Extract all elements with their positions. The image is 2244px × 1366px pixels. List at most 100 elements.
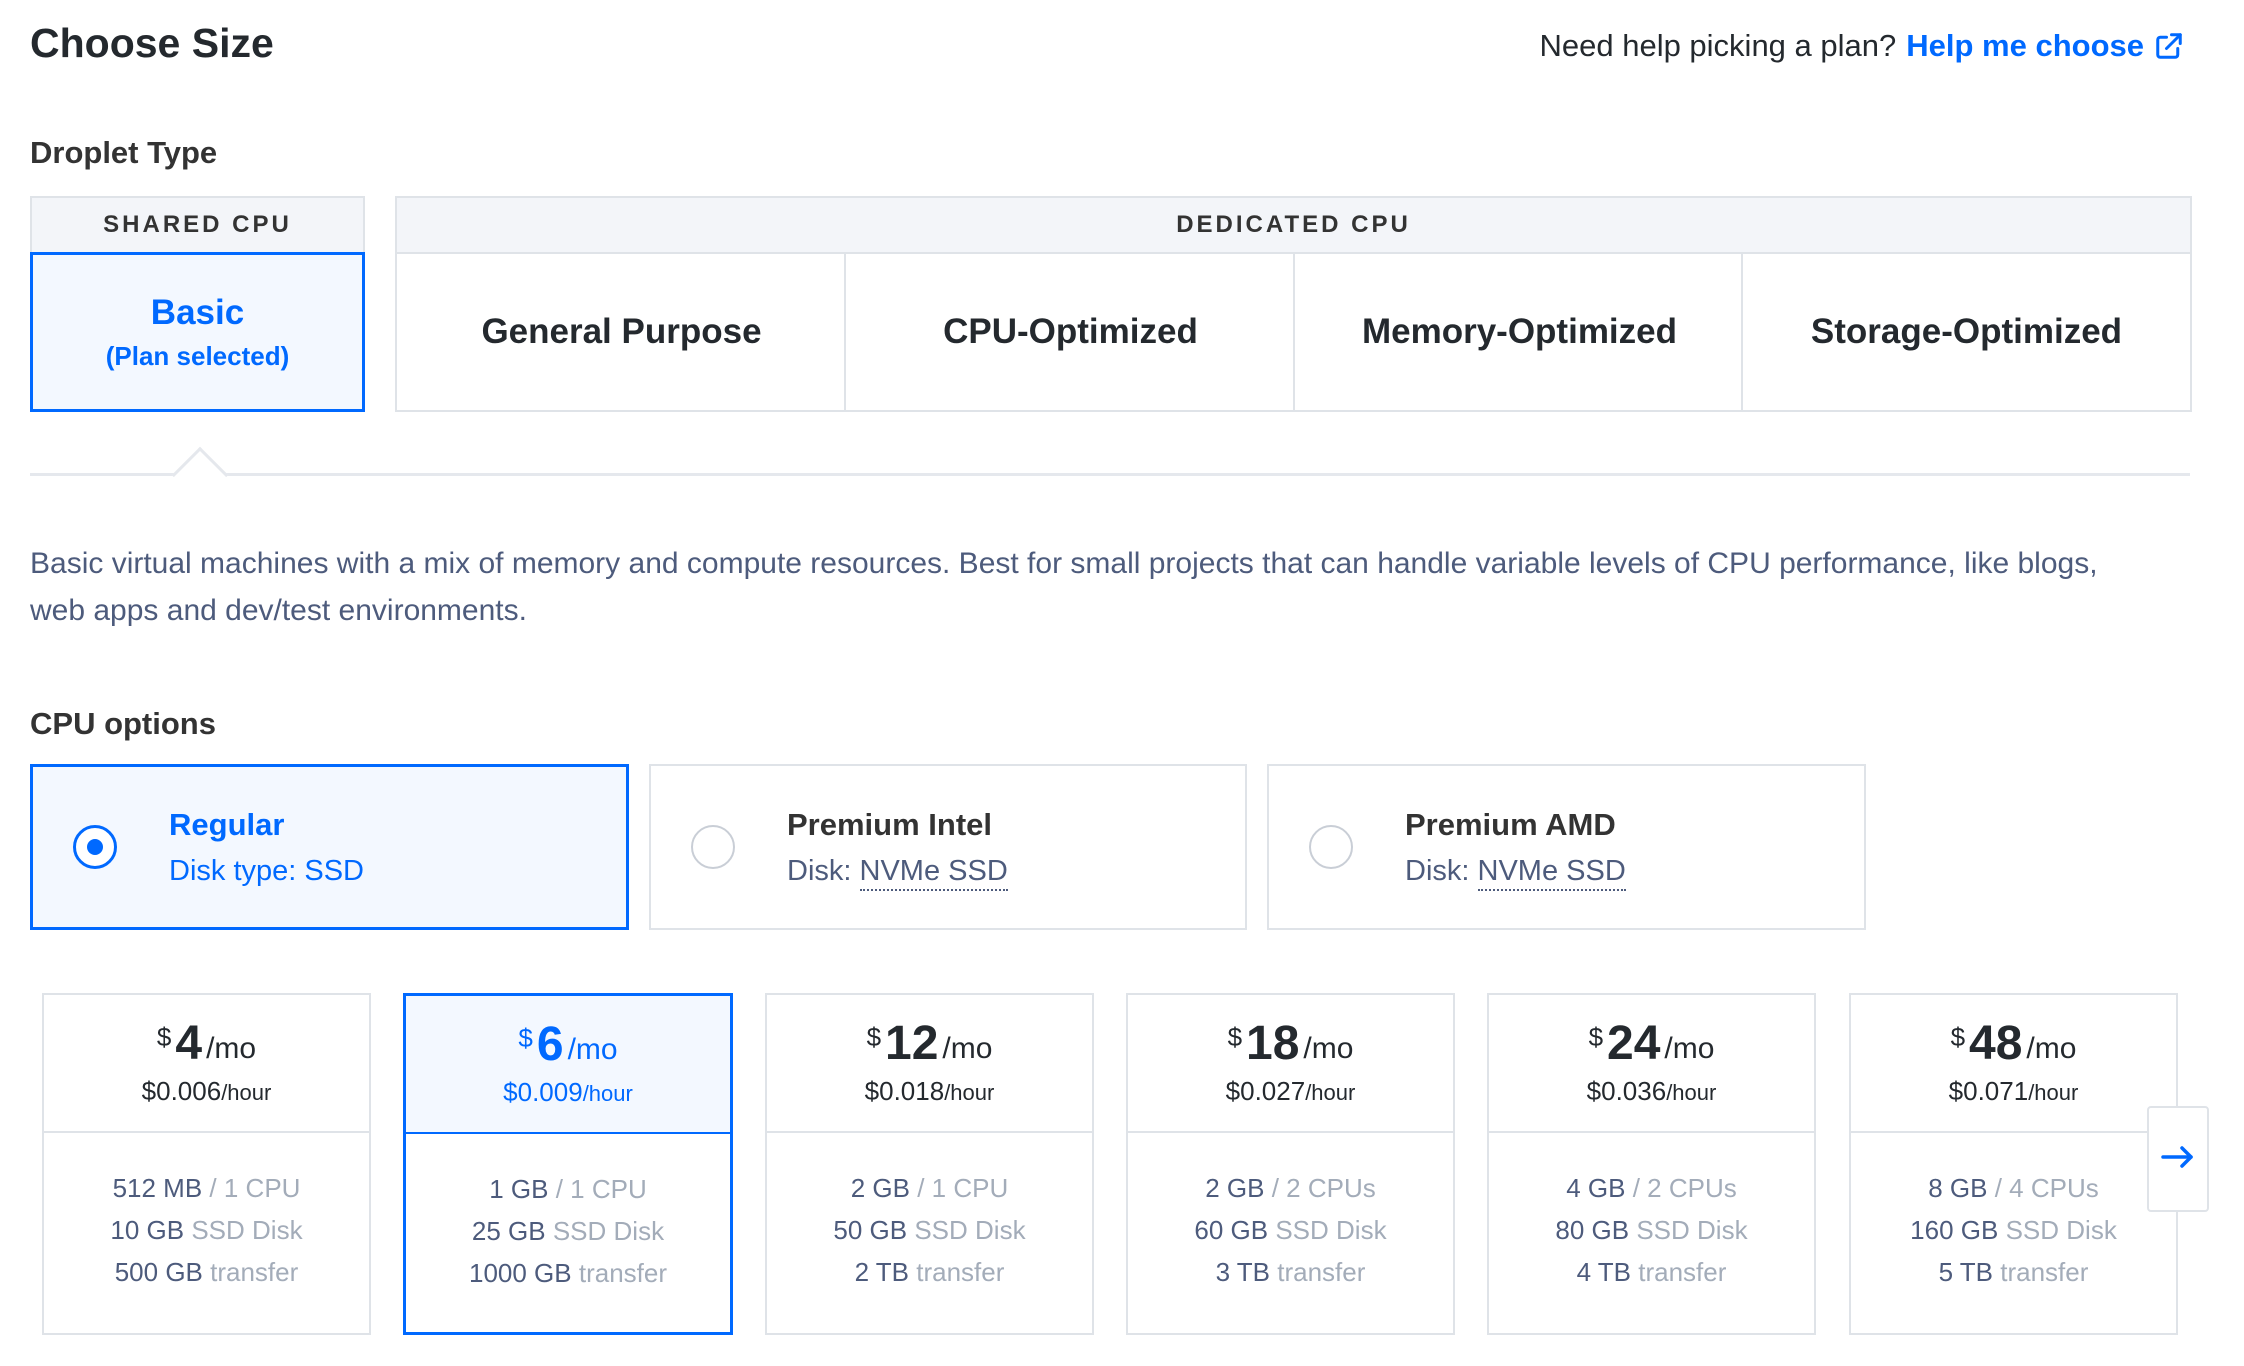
currency: $	[866, 1021, 882, 1052]
droplet-type-label: Droplet Type	[30, 135, 218, 170]
cpu-options-label: CPU options	[30, 706, 216, 741]
selection-caret	[171, 446, 229, 504]
transfer-value: 5 TB	[1938, 1257, 1994, 1287]
memory-value: 2 GB	[1205, 1173, 1265, 1203]
cpu-option-sub: Disk: NVMe SSD	[787, 854, 1008, 891]
spec-memory: 2 GB / 2 CPUs	[1205, 1167, 1376, 1209]
transfer-label: transfer	[916, 1257, 1005, 1287]
transfer-value: 4 TB	[1576, 1257, 1632, 1287]
hourly-unit: /hour	[1305, 1079, 1356, 1105]
section-divider	[30, 473, 2190, 476]
plan-specs: 8 GB / 4 CPUs 160 GB SSD Disk 5 TB trans…	[1851, 1133, 2176, 1293]
plan-price: $ 6 /mo $0.009/hour	[406, 996, 730, 1134]
cpu-option-premium-amd[interactable]: Premium AMD Disk: NVMe SSD	[1267, 764, 1866, 930]
cpu-option-title: Premium Intel	[787, 806, 992, 842]
disk-type-tooltip[interactable]: NVMe SSD	[1477, 854, 1626, 891]
plan-card-12[interactable]: $ 12 /mo $0.018/hour 2 GB / 1 CPU 50 GB …	[765, 993, 1094, 1335]
transfer-value: 2 TB	[854, 1257, 910, 1287]
hourly-price: $0.018/hour	[865, 1076, 995, 1107]
transfer-label: transfer	[578, 1258, 668, 1288]
radio-premium-amd[interactable]	[1309, 825, 1353, 869]
plan-type-label: Storage-Optimized	[1810, 312, 2123, 351]
spec-transfer: 3 TB transfer	[1216, 1251, 1366, 1293]
transfer-label: transfer	[2000, 1257, 2089, 1287]
spec-disk: 80 GB SSD Disk	[1555, 1209, 1747, 1251]
external-link-icon[interactable]	[2154, 31, 2184, 61]
plan-card-4[interactable]: $ 4 /mo $0.006/hour 512 MB / 1 CPU 10 GB…	[42, 993, 371, 1335]
disk-value: 80 GB	[1555, 1215, 1630, 1245]
hourly-amount: $0.036	[1586, 1075, 1667, 1106]
spec-memory: 8 GB / 4 CPUs	[1928, 1167, 2099, 1209]
plan-selected-label: (Plan selected)	[105, 340, 290, 371]
plan-type-label: General Purpose	[481, 312, 762, 351]
plan-type-memory-optimized[interactable]: Memory-Optimized	[1293, 252, 1744, 412]
hourly-price: $0.036/hour	[1587, 1076, 1717, 1107]
price-amount: 18	[1246, 1016, 1300, 1070]
monthly-price: $ 24 /mo	[1588, 1019, 1715, 1068]
spec-memory: 2 GB / 1 CPU	[851, 1167, 1009, 1209]
cpu-option-premium-intel[interactable]: Premium Intel Disk: NVMe SSD	[649, 764, 1247, 930]
plan-price: $ 24 /mo $0.036/hour	[1489, 995, 1814, 1133]
plan-description: Basic virtual machines with a mix of mem…	[30, 547, 2098, 627]
cpu-value: / 4 CPUs	[1994, 1173, 2099, 1203]
spec-memory: 512 MB / 1 CPU	[113, 1167, 301, 1209]
shared-cpu-header: SHARED CPU	[30, 196, 365, 254]
price-period: /mo	[206, 1031, 257, 1065]
price-amount: 4	[175, 1016, 203, 1070]
price-amount: 12	[885, 1016, 939, 1070]
spec-disk: 10 GB SSD Disk	[110, 1209, 302, 1251]
memory-value: 512 MB	[112, 1173, 203, 1203]
next-plans-button[interactable]	[2147, 1106, 2209, 1212]
radio-premium-intel[interactable]	[691, 825, 735, 869]
disk-prefix: Disk:	[787, 854, 852, 887]
cpu-option-regular[interactable]: Regular Disk type: SSD	[30, 764, 629, 930]
memory-value: 2 GB	[850, 1173, 910, 1203]
radio-regular[interactable]	[73, 825, 117, 869]
disk-value: 10 GB	[110, 1215, 185, 1245]
hourly-price: $0.009/hour	[503, 1077, 633, 1108]
disk-value: 60 GB	[1194, 1215, 1269, 1245]
spec-transfer: 5 TB transfer	[1939, 1251, 2089, 1293]
hourly-unit: /hour	[582, 1080, 633, 1106]
spec-transfer: 4 TB transfer	[1577, 1251, 1727, 1293]
transfer-label: transfer	[1277, 1257, 1366, 1287]
hourly-amount: $0.027	[1225, 1075, 1306, 1106]
cpu-value: / 2 CPUs	[1632, 1173, 1737, 1203]
plan-card-24[interactable]: $ 24 /mo $0.036/hour 4 GB / 2 CPUs 80 GB…	[1487, 993, 1816, 1335]
plan-specs: 4 GB / 2 CPUs 80 GB SSD Disk 4 TB transf…	[1489, 1133, 1814, 1293]
price-period: /mo	[567, 1032, 618, 1066]
memory-value: 4 GB	[1566, 1173, 1626, 1203]
disk-label: SSD Disk	[552, 1216, 665, 1246]
plan-price: $ 12 /mo $0.018/hour	[767, 995, 1092, 1133]
currency: $	[156, 1021, 172, 1052]
plan-card-18[interactable]: $ 18 /mo $0.027/hour 2 GB / 2 CPUs 60 GB…	[1126, 993, 1455, 1335]
disk-value: 160 GB	[1910, 1215, 1999, 1245]
cpu-option-sub: Disk type: SSD	[169, 854, 364, 887]
disk-label: SSD Disk	[1275, 1215, 1387, 1245]
plan-price: $ 4 /mo $0.006/hour	[44, 995, 369, 1133]
plan-type-cpu-optimized[interactable]: CPU-Optimized	[844, 252, 1295, 412]
price-period: /mo	[1664, 1031, 1715, 1065]
plan-type-basic[interactable]: Basic (Plan selected)	[30, 252, 365, 412]
memory-value: 1 GB	[489, 1174, 549, 1204]
disk-prefix: Disk:	[1405, 854, 1470, 887]
plan-card-6[interactable]: $ 6 /mo $0.009/hour 1 GB / 1 CPU 25 GB S…	[403, 993, 733, 1335]
disk-type-tooltip[interactable]: NVMe SSD	[859, 854, 1008, 891]
currency: $	[1950, 1021, 1966, 1052]
disk-value: 25 GB	[471, 1216, 546, 1246]
plan-card-48[interactable]: $ 48 /mo $0.071/hour 8 GB / 4 CPUs 160 G…	[1849, 993, 2178, 1335]
cpu-option-title: Premium AMD	[1405, 806, 1616, 842]
plan-type-general-purpose[interactable]: General Purpose	[395, 252, 846, 412]
currency: $	[1227, 1021, 1243, 1052]
price-period: /mo	[942, 1031, 993, 1065]
disk-label: SSD Disk	[1636, 1215, 1748, 1245]
disk-label: SSD Disk	[191, 1215, 303, 1245]
currency: $	[1588, 1021, 1604, 1052]
spec-transfer: 1000 GB transfer	[469, 1252, 667, 1294]
hourly-unit: /hour	[1666, 1079, 1717, 1105]
plan-type-storage-optimized[interactable]: Storage-Optimized	[1741, 252, 2192, 412]
help-me-choose-link[interactable]: Help me choose	[1906, 28, 2144, 64]
plan-price: $ 18 /mo $0.027/hour	[1128, 995, 1453, 1133]
hourly-unit: /hour	[2028, 1079, 2079, 1105]
hourly-amount: $0.018	[864, 1075, 945, 1106]
